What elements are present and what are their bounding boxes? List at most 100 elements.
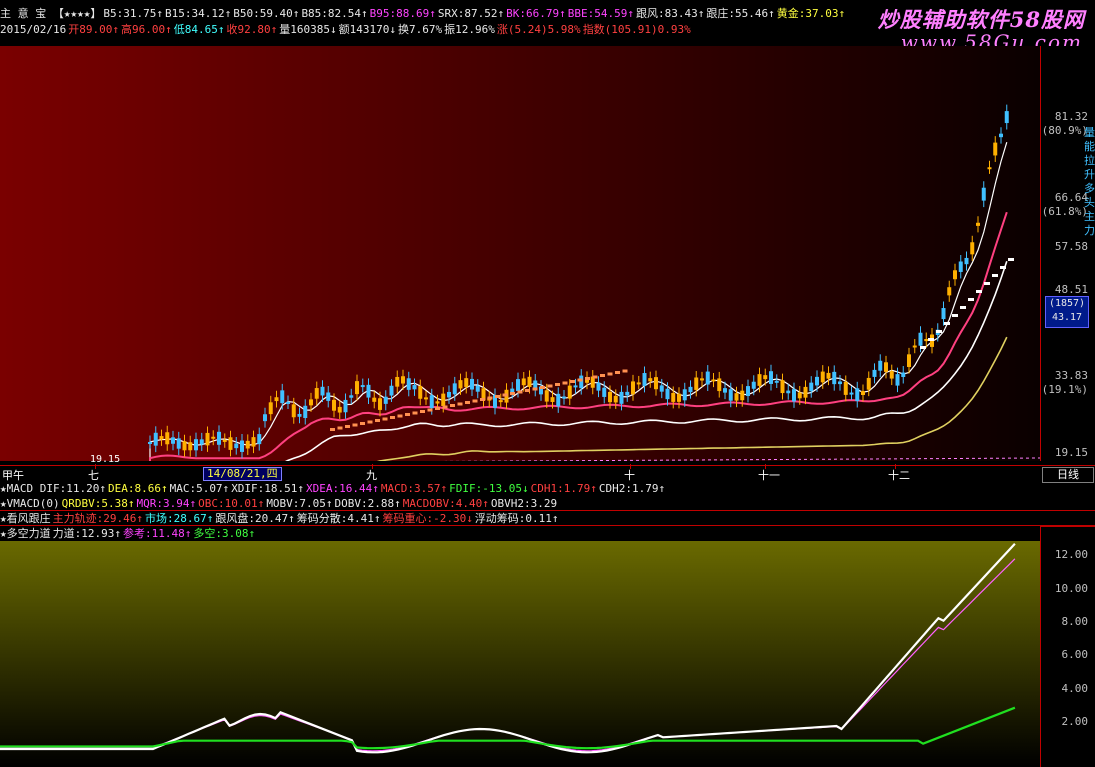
value-segment: 高96.00↑ (120, 23, 172, 36)
price-chart[interactable] (0, 46, 1040, 461)
time-axis: 甲午 七 九 十 十一 十二 14/08/21,四 日线 (0, 464, 1095, 483)
value-segment: CDH2:1.79↑ (598, 482, 666, 495)
candle-body (803, 386, 808, 398)
candle-body (234, 443, 239, 449)
value-segment: 开89.00↑ (68, 23, 119, 36)
support-dot (1000, 266, 1006, 269)
duokong-indicator-row[interactable]: ★多空力道 力道:12.93↑ 参考:11.48↑ 多空:3.08↑ (0, 525, 1095, 541)
candle-body (516, 379, 520, 391)
support-dot (944, 322, 950, 325)
candle-body (757, 374, 762, 386)
candle-body (176, 438, 181, 449)
candle-body (884, 362, 888, 372)
candle-body (320, 386, 325, 396)
value-segment: 主力轨迹:29.46↑ (52, 512, 143, 525)
support-dot (960, 306, 966, 309)
candle-body (809, 382, 814, 392)
candle-body (711, 379, 716, 382)
candle-body (148, 442, 152, 445)
candle-body (217, 431, 221, 445)
support-dot (502, 393, 508, 397)
candle-body (424, 397, 428, 400)
candle-body (682, 389, 687, 401)
candle-body (832, 371, 837, 385)
value-segment: BBE:54.59↑ (567, 7, 634, 20)
candle-body (769, 371, 773, 384)
candle-body (740, 390, 745, 401)
candle-body (205, 432, 210, 446)
candle-body (872, 369, 877, 377)
support-dot (532, 387, 538, 391)
support-dot (1008, 258, 1014, 261)
candle-body (579, 375, 584, 389)
support-dot (435, 407, 440, 410)
oscillator-chart[interactable] (0, 541, 1040, 766)
value-segment: 量160385↓ (279, 23, 337, 36)
candle-body (993, 142, 998, 156)
candle-body (763, 375, 768, 380)
value-segment: B95:88.69↑ (369, 7, 436, 20)
candle-body (866, 377, 871, 390)
value-segment: BK:66.79↑ (506, 7, 566, 20)
current-price: 43.17 (1051, 312, 1083, 323)
candle-body (366, 384, 371, 398)
value-segment: 多空:3.08↑ (193, 527, 256, 540)
candle-body (188, 442, 193, 451)
candle-body (912, 345, 917, 348)
candle-body (780, 380, 785, 394)
value-segment: 2015/02/16 (0, 23, 67, 36)
candle-body (878, 360, 883, 371)
candle-body (343, 399, 348, 413)
candle-body (562, 396, 566, 399)
value-segment: OBC:10.01↑ (198, 497, 265, 510)
osc-label: 8.00 (1061, 615, 1089, 628)
price-label: (19.1%) (1041, 383, 1088, 396)
side-vertical-text: 量能拉升多头主力 (1084, 126, 1095, 237)
candle-body (774, 380, 779, 383)
value-segment: 低84.65↑ (173, 23, 225, 36)
candle-body (631, 381, 635, 395)
candle-body (245, 440, 250, 449)
support-dot (928, 338, 934, 341)
candle-body (654, 377, 658, 390)
value-segment: OBVH2:3.29 (490, 497, 558, 510)
candle-body (406, 378, 411, 390)
candle-body (573, 385, 578, 388)
candle-body (280, 390, 285, 404)
candle-body (372, 397, 377, 402)
candle-body (947, 287, 952, 296)
support-dot (450, 404, 455, 407)
candle-body (665, 388, 670, 400)
support-dot (976, 290, 982, 293)
macd-indicator-row[interactable]: ★MACD DIF:11.20↑ DEA:8.66↑ MAC:5.07↑ XDIF:1… (0, 481, 1095, 496)
selected-date-label: 14/08/21,四 (203, 467, 282, 481)
oscillator-background (0, 541, 1040, 766)
candle-body (360, 385, 365, 388)
candle-body (642, 373, 647, 386)
candle-body (976, 222, 980, 226)
support-dot (412, 411, 418, 415)
candle-body (958, 261, 963, 272)
kanfeng-indicator-row[interactable]: ★看风跟庄 主力轨迹:29.46↑ 市场:28.67↑ 跟风盘:20.47↑ 筹码分散:… (0, 510, 1095, 526)
candle-body (826, 372, 831, 379)
support-dot (525, 389, 530, 392)
header-quote-row: 2015/02/16 开89.00↑ 高96.00↑ 低84.65↑ 收92.80↑ 量1… (0, 22, 693, 38)
price-label: 81.32 (1054, 110, 1088, 123)
support-dot (562, 381, 568, 385)
support-dot (920, 346, 926, 349)
vmacd-indicator-row[interactable]: ★VMACD(0) QRDBV:5.38↑ MQR:3.94↑ OBC:10.01↑ M… (0, 496, 1095, 511)
value-segment: B5:31.75↑ (103, 7, 163, 20)
price-axis: 81.32 (80.9%) 66.64 (61.8%) 57.58 48.51 … (1040, 46, 1095, 461)
value-segment: 力道:12.93↑ (52, 527, 121, 540)
price-label: 48.51 (1054, 283, 1088, 296)
candle-body (412, 385, 417, 390)
support-dot (367, 420, 373, 424)
support-dot (992, 274, 998, 277)
candle-body (222, 439, 227, 442)
value-segment: ★MACD DIF:11.20↑ (0, 482, 106, 495)
candle-body (596, 382, 601, 391)
candle-body (728, 389, 733, 401)
candle-body (332, 399, 336, 411)
support-dot (510, 392, 515, 395)
support-dot (397, 414, 403, 418)
